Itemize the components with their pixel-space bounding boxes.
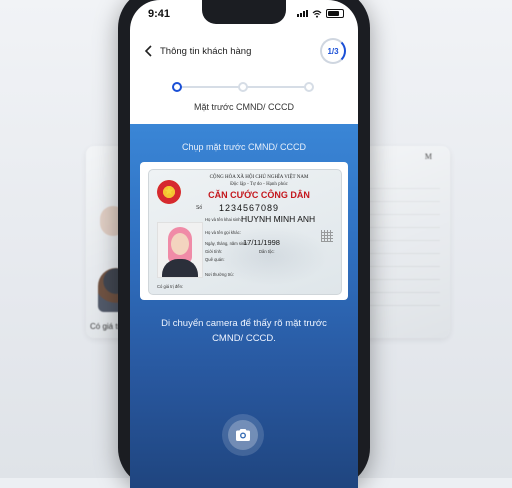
card-name: HUYNH MINH ANH <box>241 214 316 224</box>
side-card-label: Có giá tr <box>90 322 121 331</box>
camera-viewfinder: Chụp mặt trước CMND/ CCCD CỘNG HÒA XÃ HỘ… <box>130 124 358 488</box>
card-qr-code <box>321 230 333 242</box>
card-type: CĂN CƯỚC CÔNG DÂN <box>208 190 310 200</box>
card-alias-label: Họ và tên gọi khác: <box>205 230 241 235</box>
step-progress <box>172 82 314 92</box>
card-number-label: Số <box>196 205 203 211</box>
status-icons <box>297 9 344 18</box>
card-number: 1234567089 <box>219 203 280 213</box>
card-portrait <box>157 222 203 278</box>
page-title: Thông tin khách hàng <box>160 46 252 57</box>
capture-button[interactable] <box>222 414 264 456</box>
id-card: CỘNG HÒA XÃ HỘI CHỦ NGHĨA VIỆT NAM Độc l… <box>148 169 342 295</box>
card-republic: CỘNG HÒA XÃ HỘI CHỦ NGHĨA VIỆT NAM <box>209 175 309 180</box>
camera-icon <box>236 429 250 441</box>
signal-icon <box>297 10 308 17</box>
battery-icon <box>326 9 344 18</box>
chevron-left-icon[interactable] <box>140 42 158 60</box>
card-expiry-label: Có giá trị đến: <box>157 284 184 289</box>
notch <box>202 0 286 24</box>
step-dot-1 <box>172 82 182 92</box>
portrait-body <box>162 259 198 277</box>
phone-screen: 9:41 Thông tin khách hàng 1/3 Mặt trước … <box>130 0 358 488</box>
card-dob: 17/11/1998 <box>243 238 280 247</box>
capture-button-inner[interactable] <box>228 420 258 450</box>
side-card-lines <box>362 176 440 316</box>
card-hometown-label: Quê quán: <box>205 257 225 262</box>
card-sex-label: Giới tính: <box>205 249 223 254</box>
step-dot-2 <box>238 82 248 92</box>
step-label: Mặt trước CMND/ CCCD <box>194 102 294 112</box>
national-emblem-icon <box>157 180 181 204</box>
header: Thông tin khách hàng 1/3 <box>130 32 358 72</box>
card-watermark <box>209 226 329 286</box>
step-dot-3 <box>304 82 314 92</box>
card-dob-label: Ngày, tháng, năm sinh: <box>205 241 248 246</box>
card-residence-label: Nơi thường trú: <box>205 272 234 277</box>
phone-frame: 9:41 Thông tin khách hàng 1/3 Mặt trước … <box>118 0 370 488</box>
portrait-face <box>171 233 189 255</box>
step-indicator: 1/3 <box>320 38 346 64</box>
status-time: 9:41 <box>148 8 171 20</box>
card-name-label: Họ và tên khai sinh: <box>205 217 242 222</box>
side-card-mark: M <box>424 152 432 161</box>
wifi-icon <box>312 9 322 18</box>
card-ethnic-label: Dân tộc: <box>259 249 275 254</box>
camera-title: Chụp mặt trước CMND/ CCCD <box>182 142 306 152</box>
card-motto: Độc lập - Tự do - Hạnh phúc <box>230 182 288 187</box>
camera-hint: Di chuyển camera để thấy rõ mặt trước CM… <box>161 318 327 344</box>
id-card-frame: CỘNG HÒA XÃ HỘI CHỦ NGHĨA VIỆT NAM Độc l… <box>140 162 348 300</box>
